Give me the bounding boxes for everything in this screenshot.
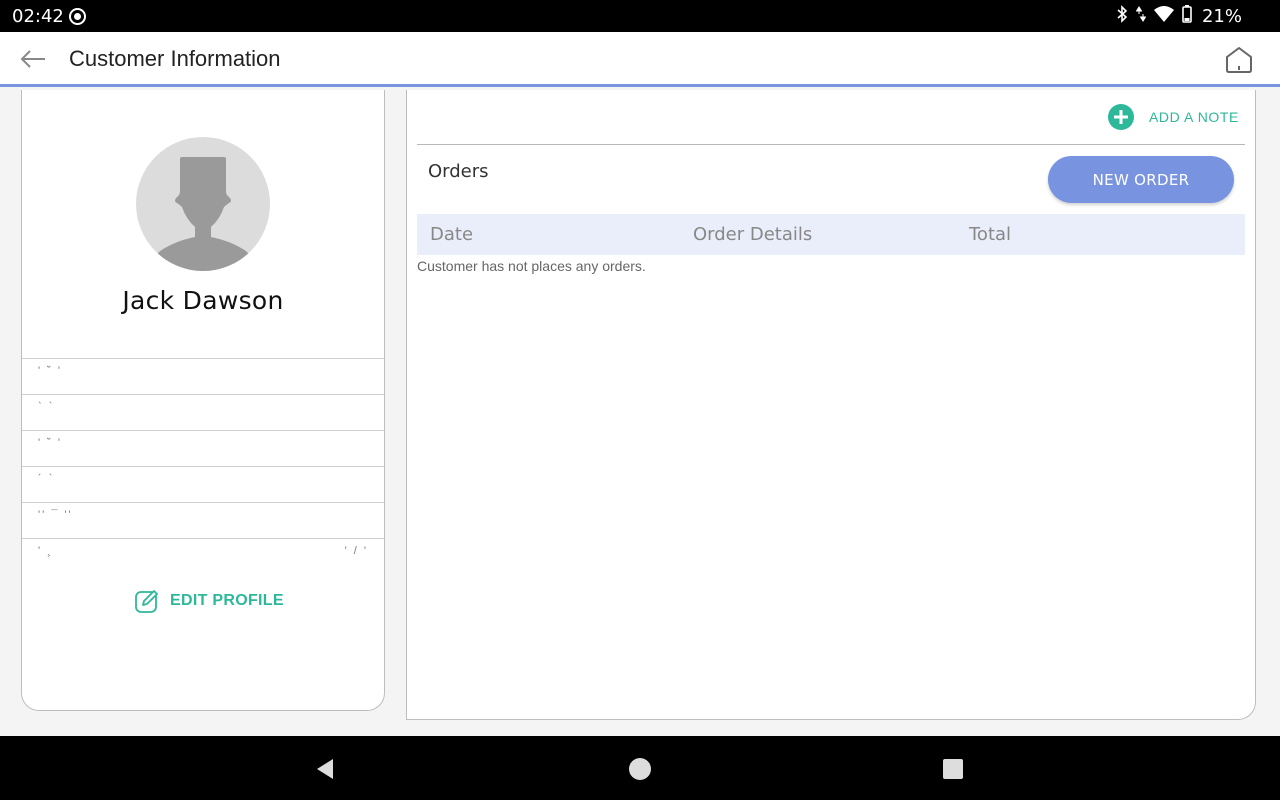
home-button[interactable] bbox=[1222, 43, 1256, 77]
add-note-label: ADD A NOTE bbox=[1148, 109, 1239, 125]
info-row-value: ' ˘ ' bbox=[38, 437, 62, 449]
person-placeholder-icon bbox=[150, 157, 256, 271]
info-row: '' ¯ '' bbox=[22, 502, 384, 538]
empty-orders-message: Customer has not places any orders. bbox=[417, 258, 646, 274]
orders-table-header: Date Order Details Total bbox=[417, 214, 1245, 255]
column-header-order-details: Order Details bbox=[693, 224, 813, 245]
plus-circle-icon bbox=[1107, 104, 1134, 130]
edit-profile-label: EDIT PROFILE bbox=[170, 592, 284, 609]
divider bbox=[417, 144, 1245, 145]
triangle-back-icon bbox=[317, 759, 333, 779]
nav-recents-button[interactable] bbox=[938, 754, 968, 784]
status-time: 02:42 bbox=[12, 6, 64, 27]
data-arrows-icon bbox=[1135, 5, 1147, 28]
nav-home-button[interactable] bbox=[625, 754, 655, 784]
column-header-total: Total bbox=[969, 224, 1012, 245]
square-recents-icon bbox=[943, 759, 963, 779]
column-header-date: Date bbox=[430, 224, 474, 245]
info-row-secondary-value: ' / ' bbox=[344, 545, 368, 557]
info-row: ` ` bbox=[22, 394, 384, 430]
page-title: Customer Information bbox=[69, 46, 281, 71]
customer-name: Jack Dawson bbox=[122, 286, 284, 315]
home-icon bbox=[1226, 47, 1252, 73]
nav-back-button[interactable] bbox=[310, 754, 340, 784]
orders-card: ADD A NOTE Orders NEW ORDER Date Order D… bbox=[406, 90, 1256, 720]
info-row-value: ' ¸ bbox=[38, 545, 53, 557]
back-button[interactable] bbox=[16, 44, 50, 74]
customer-card: Jack Dawson ' ˘ ' ` ` ' ˘ ' ´ ` '' ¯ '' … bbox=[21, 90, 385, 711]
info-row: ' ˘ ' bbox=[22, 430, 384, 466]
info-row-value: ' ˘ ' bbox=[38, 365, 62, 377]
battery-percent: 21% bbox=[1201, 5, 1242, 27]
system-nav-bar bbox=[0, 736, 1280, 800]
add-note-button[interactable]: ADD A NOTE bbox=[1107, 103, 1239, 131]
wifi-icon bbox=[1153, 5, 1174, 28]
circle-home-icon bbox=[629, 758, 651, 780]
edit-icon bbox=[135, 590, 158, 613]
info-row: ´ ` bbox=[22, 466, 384, 502]
bluetooth-icon bbox=[1116, 4, 1128, 28]
app-bar: Customer Information bbox=[0, 32, 1280, 87]
status-icons: 21% bbox=[1116, 4, 1242, 28]
screen-record-icon bbox=[69, 8, 86, 25]
info-row-value: ` ` bbox=[38, 401, 55, 413]
orders-title: Orders bbox=[428, 161, 489, 182]
info-row-value: '' ¯ '' bbox=[38, 509, 73, 521]
info-row: ' ¸ ' / ' bbox=[22, 538, 384, 558]
info-row: ' ˘ ' bbox=[22, 358, 384, 394]
edit-profile-button[interactable]: EDIT PROFILE bbox=[134, 588, 284, 614]
arrow-left-icon bbox=[20, 50, 45, 68]
avatar bbox=[136, 137, 270, 271]
battery-icon bbox=[1182, 4, 1192, 28]
customer-info-list: ' ˘ ' ` ` ' ˘ ' ´ ` '' ¯ '' ' ¸ ' / ' bbox=[22, 358, 384, 558]
new-order-button[interactable]: NEW ORDER bbox=[1048, 156, 1234, 203]
status-bar: 02:42 21% bbox=[0, 0, 1280, 32]
info-row-value: ´ ` bbox=[38, 473, 55, 485]
